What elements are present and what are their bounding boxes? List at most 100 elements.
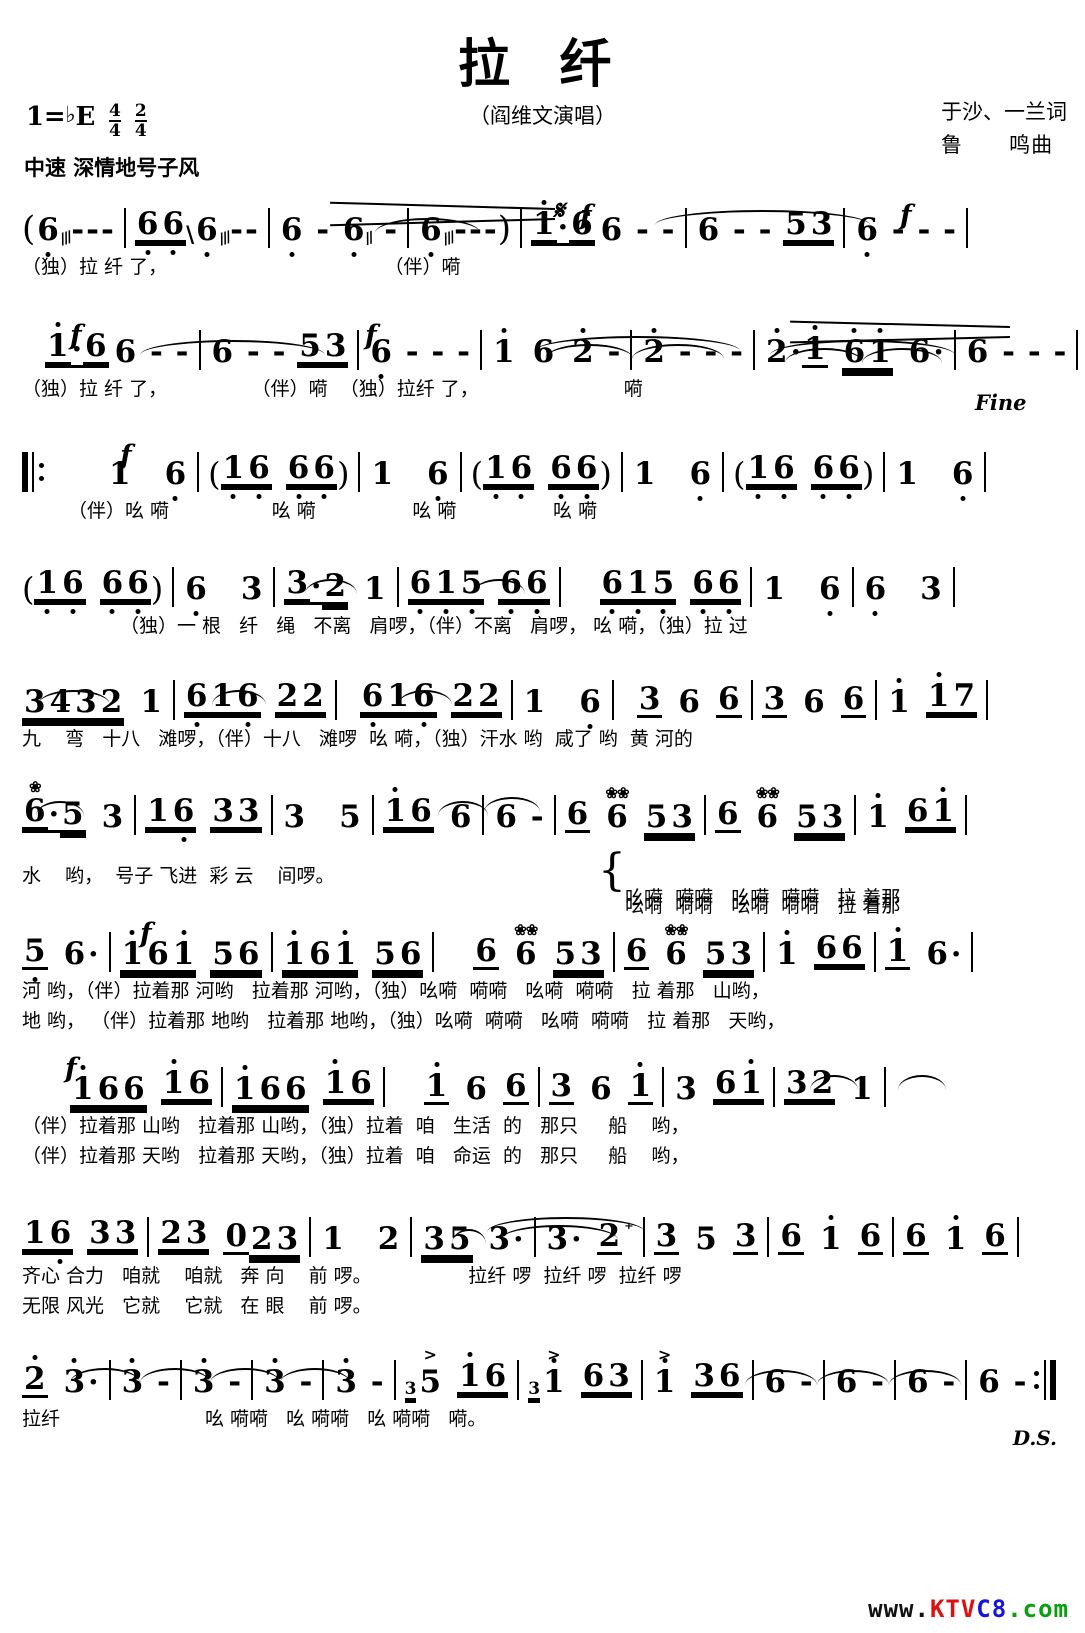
- note: 6: [813, 930, 840, 967]
- barline: [309, 1217, 312, 1257]
- grace-note: 3: [404, 1379, 417, 1399]
- measure: 6 -: [835, 1364, 884, 1400]
- note: 1: [209, 678, 236, 715]
- barline: [611, 680, 614, 720]
- page-title: 拉 纤: [458, 35, 627, 95]
- repeat-start-barline: [22, 452, 49, 492]
- note: 1: [160, 1065, 187, 1102]
- measure: 3 -: [192, 1364, 242, 1400]
- measure: 166: [774, 933, 865, 976]
- lyrics-line-2: 吆嗬 嗬嗬 吆嗬 嗬嗬 拉 着那: [0, 869, 1085, 917]
- note: 1: [423, 1068, 450, 1105]
- note: 1: [457, 1358, 483, 1395]
- lyrics-line-2: （伴）拉着那 天哟 拉着那 天哟，（独）拉着 咱 命运 的 那只 船 哟，: [22, 1145, 690, 1167]
- measure: 61622: [183, 678, 326, 724]
- note: 6: [864, 571, 887, 607]
- note: 5: [783, 206, 809, 243]
- note: 6: [186, 1065, 212, 1102]
- measure: 6 -: [764, 1364, 813, 1400]
- note: 6: [408, 793, 434, 830]
- note: 6: [211, 334, 234, 370]
- note: 6: [523, 565, 550, 602]
- barline: [410, 1217, 413, 1257]
- measure: 6 - - 53: [697, 206, 835, 248]
- barline: [1076, 330, 1079, 370]
- tempo-marking: 中速 深情地号子风: [24, 156, 200, 180]
- time-signature-2-4: 2 4: [134, 101, 147, 142]
- note: 1: [930, 793, 956, 830]
- note: 3: [808, 206, 835, 243]
- note: 3: [63, 1364, 86, 1400]
- note: 1: [492, 334, 515, 370]
- measure: 366: [636, 684, 742, 724]
- note: 6: [285, 1071, 307, 1107]
- measure: 3 · 2 ⁺: [546, 1218, 634, 1257]
- note: 6: [280, 212, 303, 248]
- note: 2: [765, 334, 788, 370]
- note: 2: [324, 568, 347, 604]
- barline: [553, 795, 556, 835]
- note: 6: [60, 565, 86, 602]
- measure: 161: [865, 796, 956, 839]
- note: 1: [172, 936, 195, 972]
- barline: [630, 330, 633, 370]
- performer-credit: （阎维文演唱）: [469, 104, 616, 128]
- measure: 2 · 1 6 1 6 ·: [765, 331, 944, 370]
- note: 3: [546, 1221, 569, 1257]
- key-signature: 1=♭E: [26, 102, 96, 132]
- measure: 6 -: [978, 1364, 1027, 1400]
- measure: 16: [522, 687, 603, 724]
- measure: (1 6 6 6): [22, 565, 164, 608]
- note: 6: [285, 450, 312, 487]
- note: 7: [951, 678, 978, 715]
- measure: 353: [653, 1221, 759, 1261]
- measure: 3 5 > 1 6: [404, 1347, 509, 1404]
- measure: 321: [783, 1068, 875, 1111]
- note: 3: [121, 1364, 144, 1400]
- measure: 6 - 6// -: [280, 212, 398, 248]
- measure: 16156: [120, 939, 262, 976]
- note: 6: [764, 1364, 787, 1400]
- barline: [108, 1360, 111, 1400]
- barline: [875, 680, 878, 720]
- barline: [396, 567, 399, 607]
- note: 3: [821, 799, 844, 835]
- measure: 6 - - -: [856, 212, 957, 248]
- note: 6: [235, 678, 261, 715]
- system-6: { 6 ❀ · 5 3 1633 35 166 6 - 6 6 ❀❀ 5 3 6…: [0, 780, 1085, 917]
- barline: [558, 567, 561, 607]
- note: 3: [87, 1215, 113, 1252]
- measure: 162 -: [492, 334, 621, 370]
- repeat-end-barline: [1028, 1360, 1056, 1400]
- note: 5: [448, 1221, 471, 1257]
- note: 3: [112, 1215, 139, 1252]
- note: 3: [675, 1071, 697, 1107]
- note: 6 ❀❀: [755, 784, 780, 835]
- note: 6: [170, 793, 197, 830]
- measure: 6 - - 53: [211, 328, 349, 370]
- note: 6: [903, 1218, 929, 1255]
- barline: [459, 452, 462, 492]
- note: 6: [810, 450, 837, 487]
- note: 6: [579, 684, 601, 720]
- note: 1: [745, 450, 772, 487]
- measure: 1 · 6 6 - -: [531, 206, 675, 248]
- lyrics-line-1: 河 哟，（伴）拉着那 河哟 拉着那 河哟，（独）吆嗬 嗬嗬 吆嗬 嗬嗬 拉 着那…: [22, 980, 770, 1002]
- system-8: f 16616 16616 166 361 361 3 2 1 （伴）拉着那 山…: [0, 1053, 1085, 1173]
- barline: [883, 1067, 886, 1107]
- watermark-ktv: KTV: [929, 1595, 977, 1623]
- note: 2: [643, 334, 665, 370]
- note: 6 ❀❀: [605, 784, 629, 835]
- note: 5: [796, 799, 818, 835]
- barline: [273, 567, 276, 607]
- note: 5: [650, 565, 677, 602]
- note: 6: [966, 334, 989, 370]
- note: 6: [835, 1364, 858, 1400]
- measure: 166: [382, 793, 474, 839]
- note: 6: [600, 212, 623, 248]
- note: 2: [274, 678, 301, 715]
- measure: 5 6 ·: [22, 933, 99, 972]
- note: 3: [101, 799, 124, 835]
- lyrics-line: （独）一 根 纤 绳 不离 肩啰，（伴）不离 肩啰， 吆 嗬，（独）拉 过: [120, 615, 748, 637]
- note: 1: [34, 565, 61, 602]
